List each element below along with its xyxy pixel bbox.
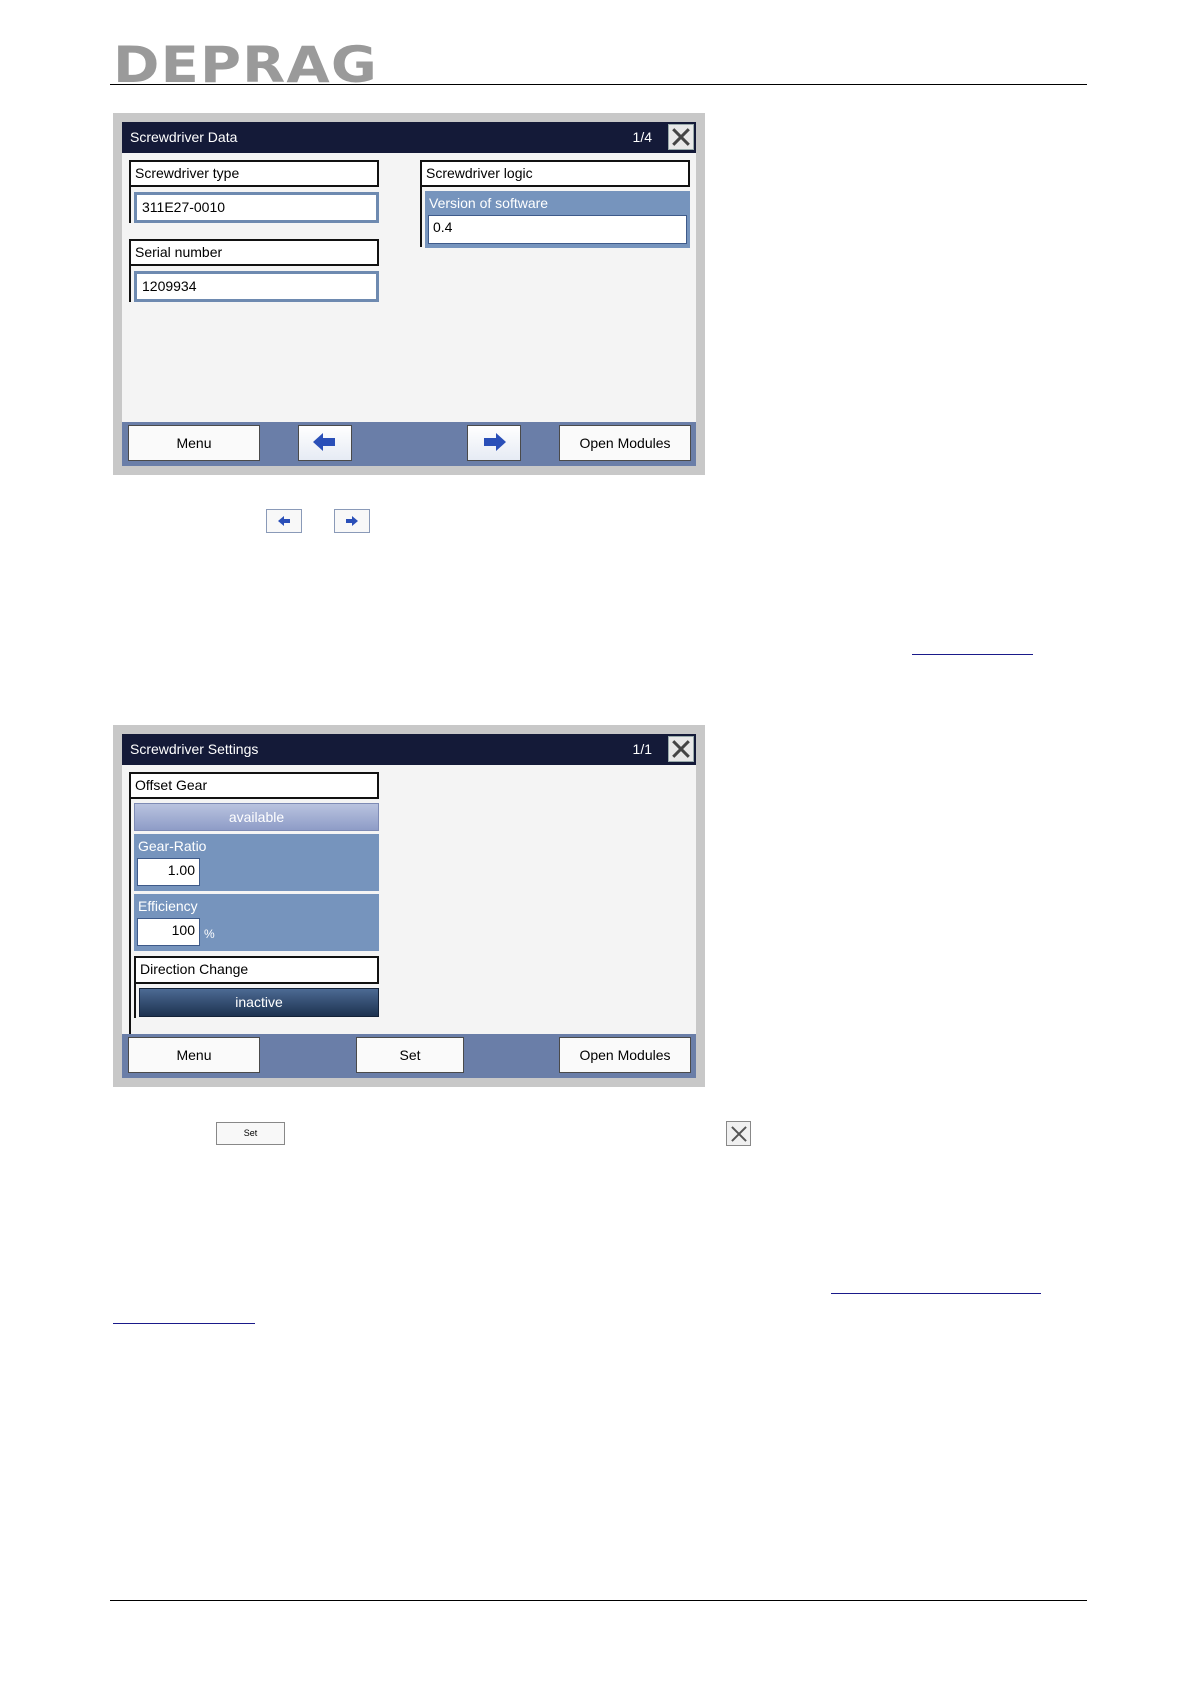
screwdriver-logic-label: Screwdriver logic (420, 160, 690, 187)
hyperlink-underline[interactable] (831, 1293, 1041, 1294)
set-button[interactable]: Set (356, 1037, 464, 1073)
inline-next-button (334, 509, 370, 533)
screen-body: Screwdriver Settings 1/1 Offset Gear ava… (122, 734, 696, 1078)
offset-gear-status[interactable]: available (134, 803, 379, 831)
screen-title: Screwdriver Data (130, 129, 238, 145)
open-modules-button[interactable]: Open Modules (559, 1037, 691, 1073)
title-bar: Screwdriver Data 1/4 (122, 122, 696, 153)
offset-gear-label: Offset Gear (129, 772, 379, 799)
software-version-panel: Version of software 0.4 (425, 191, 690, 248)
gear-ratio-panel: Gear-Ratio 1.00 (134, 834, 379, 891)
inline-set-button: Set (216, 1122, 285, 1145)
arrow-left-icon (313, 433, 335, 451)
efficiency-panel: Efficiency 100 % (134, 894, 379, 951)
software-version-value[interactable]: 0.4 (428, 215, 687, 244)
gear-ratio-label: Gear-Ratio (138, 838, 207, 854)
page-indicator: 1/1 (632, 741, 652, 757)
screen-body: Screwdriver Data 1/4 Screwdriver type 31… (122, 122, 696, 466)
arrow-left-icon (278, 516, 290, 526)
serial-number-label: Serial number (129, 239, 379, 266)
footer-rule (110, 1600, 1087, 1601)
open-modules-button[interactable]: Open Modules (559, 425, 691, 461)
direction-change-status[interactable]: inactive (139, 988, 379, 1017)
direction-change-label: Direction Change (134, 956, 379, 984)
bottom-toolbar: Menu Open Modules (122, 422, 696, 466)
software-version-label: Version of software (429, 195, 549, 211)
serial-number-value[interactable]: 1209934 (134, 271, 379, 302)
screwdriver-data-screen: Screwdriver Data 1/4 Screwdriver type 31… (113, 113, 705, 475)
page-indicator: 1/4 (632, 129, 652, 145)
efficiency-label: Efficiency (138, 898, 198, 914)
gear-ratio-field[interactable]: 1.00 (137, 858, 200, 886)
efficiency-field[interactable]: 100 (137, 918, 200, 946)
header-rule (110, 84, 1087, 85)
company-logo: DEPRAG (113, 36, 378, 94)
hyperlink-underline[interactable] (113, 1323, 255, 1324)
inline-close-button (726, 1121, 751, 1146)
screwdriver-type-value[interactable]: 311E27-0010 (134, 192, 379, 223)
inline-previous-button (266, 509, 302, 533)
next-page-button[interactable] (467, 425, 521, 461)
title-bar: Screwdriver Settings 1/1 (122, 734, 696, 765)
screwdriver-type-label: Screwdriver type (129, 160, 379, 187)
screen-title: Screwdriver Settings (130, 741, 259, 757)
screwdriver-settings-screen: Screwdriver Settings 1/1 Offset Gear ava… (113, 725, 705, 1087)
menu-button[interactable]: Menu (128, 425, 260, 461)
bottom-toolbar: Menu Set Open Modules (122, 1034, 696, 1078)
previous-page-button[interactable] (298, 425, 352, 461)
menu-button[interactable]: Menu (128, 1037, 260, 1073)
efficiency-unit: % (204, 927, 215, 941)
hyperlink-underline[interactable] (912, 654, 1033, 655)
arrow-right-icon (484, 433, 506, 451)
arrow-right-icon (346, 516, 358, 526)
close-button[interactable] (668, 124, 694, 150)
close-button[interactable] (668, 736, 694, 762)
